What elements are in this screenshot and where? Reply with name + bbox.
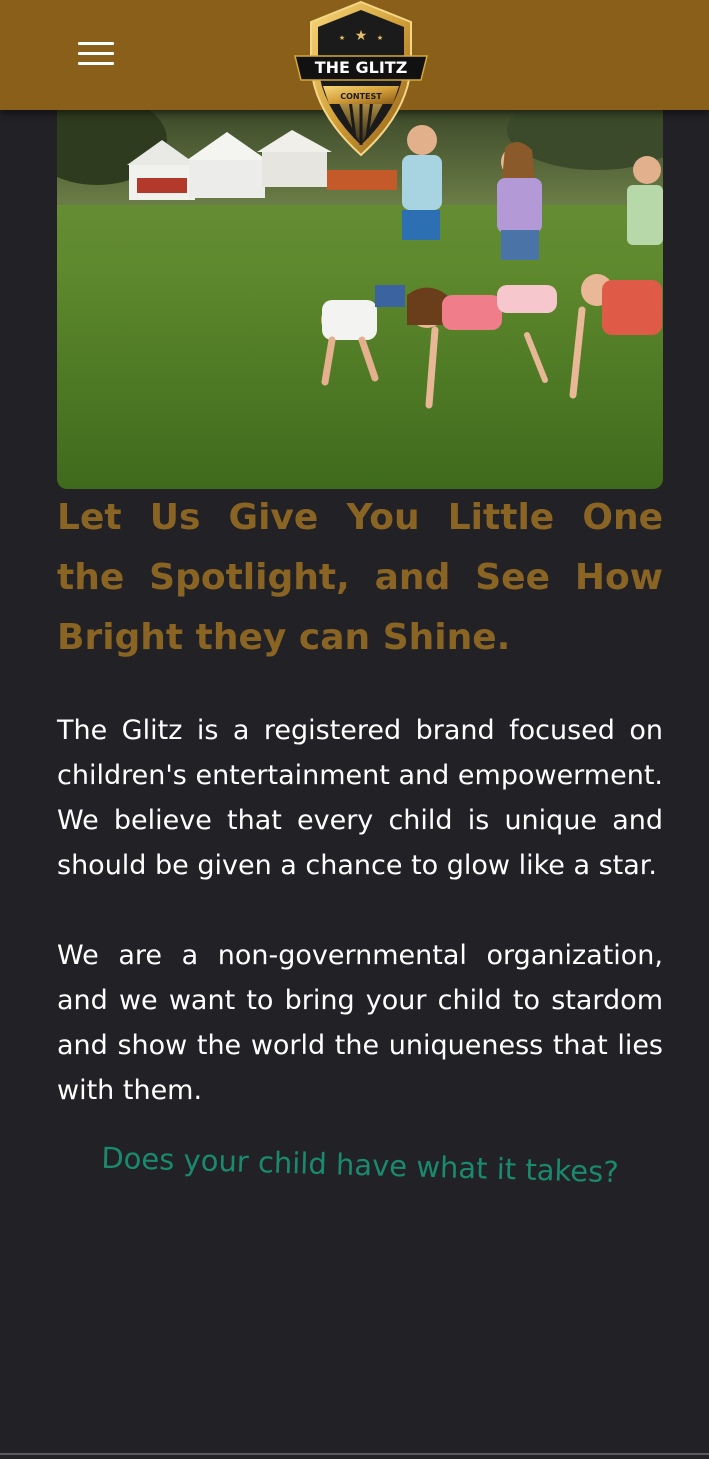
main-heading: Let Us Give You Little One the Spotlight… <box>57 497 663 658</box>
the-glitz-logo[interactable]: ★ ★ ★ THE GLITZ CONTEST <box>293 0 429 160</box>
svg-text:★: ★ <box>339 34 345 42</box>
svg-text:★: ★ <box>355 28 368 44</box>
mission-paragraph: We are a non-governmental organization, … <box>57 940 663 1106</box>
page: ★ ★ ★ THE GLITZ CONTEST Let Us Give You … <box>0 0 709 1459</box>
intro-paragraph: The Glitz is a registered brand focused … <box>57 715 663 881</box>
svg-text:★: ★ <box>377 34 383 42</box>
bottom-divider <box>0 1453 709 1455</box>
children-playing-photo <box>57 110 663 489</box>
logo-subtitle: CONTEST <box>340 92 382 101</box>
hamburger-menu-icon[interactable] <box>72 36 120 72</box>
hero-image <box>57 110 663 489</box>
shield-logo-icon: ★ ★ ★ THE GLITZ CONTEST <box>294 0 428 157</box>
tagline: Does your child have what it takes? <box>100 1140 620 1190</box>
logo-title: THE GLITZ <box>315 58 408 77</box>
